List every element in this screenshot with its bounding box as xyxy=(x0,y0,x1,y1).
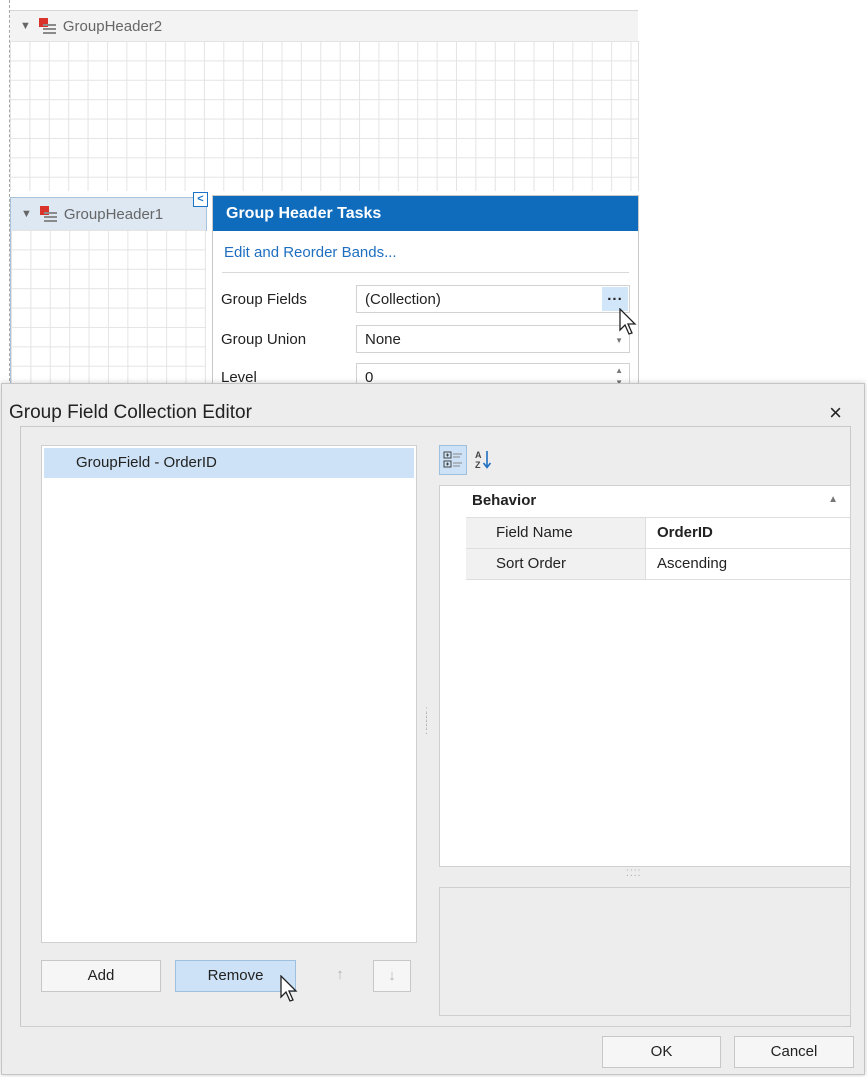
sort-alphabetical-icon: A Z xyxy=(475,450,492,470)
vertical-splitter[interactable]: ⁚ ⁚ ⁚ ⁚ ⁚ ⁚ xyxy=(425,707,431,736)
tasks-row-group-fields: Group Fields (Collection) ... xyxy=(221,285,630,313)
band-label-groupheader2: GroupHeader2 xyxy=(62,17,163,35)
property-value[interactable]: Ascending xyxy=(646,549,850,585)
band-area-groupheader1[interactable] xyxy=(10,230,206,386)
category-label: Behavior xyxy=(472,492,537,509)
tasks-separator xyxy=(222,272,629,273)
band-header-groupheader1[interactable]: ▼ GroupHeader1 xyxy=(10,197,207,231)
band-area-groupheader2[interactable] xyxy=(10,41,639,191)
property-row-field-name[interactable]: Field Name OrderID xyxy=(466,517,850,548)
dialog-title: Group Field Collection Editor xyxy=(9,402,252,423)
horizontal-splitter[interactable]: ⁚⁚⁚⁚ xyxy=(626,868,641,879)
close-icon[interactable]: × xyxy=(829,400,842,426)
move-down-button[interactable]: ↓ xyxy=(373,960,411,992)
group-fields-label: Group Fields xyxy=(221,291,307,308)
tasks-row-group-union: Group Union None ▼ xyxy=(221,325,630,353)
category-row-behavior[interactable]: Behavior ▲ xyxy=(440,486,850,516)
group-fields-value[interactable]: (Collection) ... xyxy=(356,285,630,313)
tasks-panel-title: Group Header Tasks xyxy=(213,196,638,231)
band-icon xyxy=(38,18,57,34)
edit-reorder-bands-link[interactable]: Edit and Reorder Bands... xyxy=(213,231,638,272)
group-union-label: Group Union xyxy=(221,331,307,348)
footer-separator xyxy=(20,1026,846,1027)
chevron-down-icon[interactable]: ▼ xyxy=(615,336,623,345)
mouse-cursor-icon xyxy=(280,975,298,1002)
ok-button[interactable]: OK xyxy=(602,1036,721,1068)
group-header-tasks-panel: Group Header Tasks Edit and Reorder Band… xyxy=(212,195,639,397)
spin-up-icon[interactable]: ▲ xyxy=(615,366,623,375)
expand-triangle-icon[interactable]: ▼ xyxy=(21,208,32,220)
list-item[interactable]: GroupField - OrderID xyxy=(44,448,414,478)
arrow-down-icon: ↓ xyxy=(388,967,396,984)
property-row-sort-order[interactable]: Sort Order Ascending xyxy=(466,548,850,580)
band-header-groupheader2[interactable]: ▼ GroupHeader2 xyxy=(10,10,638,42)
remove-button[interactable]: Remove xyxy=(175,960,296,992)
collapse-icon[interactable]: ▲ xyxy=(828,494,838,505)
move-up-button[interactable]: ↑ xyxy=(321,960,359,992)
svg-text:Z: Z xyxy=(475,460,481,470)
group-union-value-text: None xyxy=(365,331,401,348)
add-button[interactable]: Add xyxy=(41,960,161,992)
expand-triangle-icon[interactable]: ▼ xyxy=(20,20,31,32)
group-union-dropdown[interactable]: None ▼ xyxy=(356,325,630,353)
smart-tag-icon[interactable]: < xyxy=(193,192,208,207)
mouse-cursor-icon xyxy=(619,308,637,335)
categorized-view-button[interactable] xyxy=(439,445,467,475)
group-fields-list[interactable]: GroupField - OrderID xyxy=(41,445,417,943)
property-grid[interactable]: Behavior ▲ Field Name OrderID Sort Order… xyxy=(439,485,851,867)
band-label-groupheader1: GroupHeader1 xyxy=(63,205,164,223)
svg-text:A: A xyxy=(475,450,482,460)
property-name: Sort Order xyxy=(466,549,646,579)
band-icon xyxy=(39,206,58,222)
alphabetical-view-button[interactable]: A Z xyxy=(471,445,499,475)
property-name: Field Name xyxy=(466,518,646,548)
group-field-collection-editor-dialog: Group Field Collection Editor × GroupFie… xyxy=(1,383,865,1075)
categorized-icon xyxy=(443,451,462,468)
report-designer-surface: ▼ GroupHeader2 ▼ GroupHeader1 < Group He… xyxy=(0,0,640,397)
property-description-panel xyxy=(439,887,851,1016)
group-fields-value-text: (Collection) xyxy=(365,291,441,308)
dialog-client-area: GroupField - OrderID Add Remove ↑ ↓ ⁚ ⁚ ⁚ ⁚… xyxy=(20,426,851,1027)
arrow-up-icon: ↑ xyxy=(336,966,344,983)
cancel-button[interactable]: Cancel xyxy=(734,1036,854,1068)
